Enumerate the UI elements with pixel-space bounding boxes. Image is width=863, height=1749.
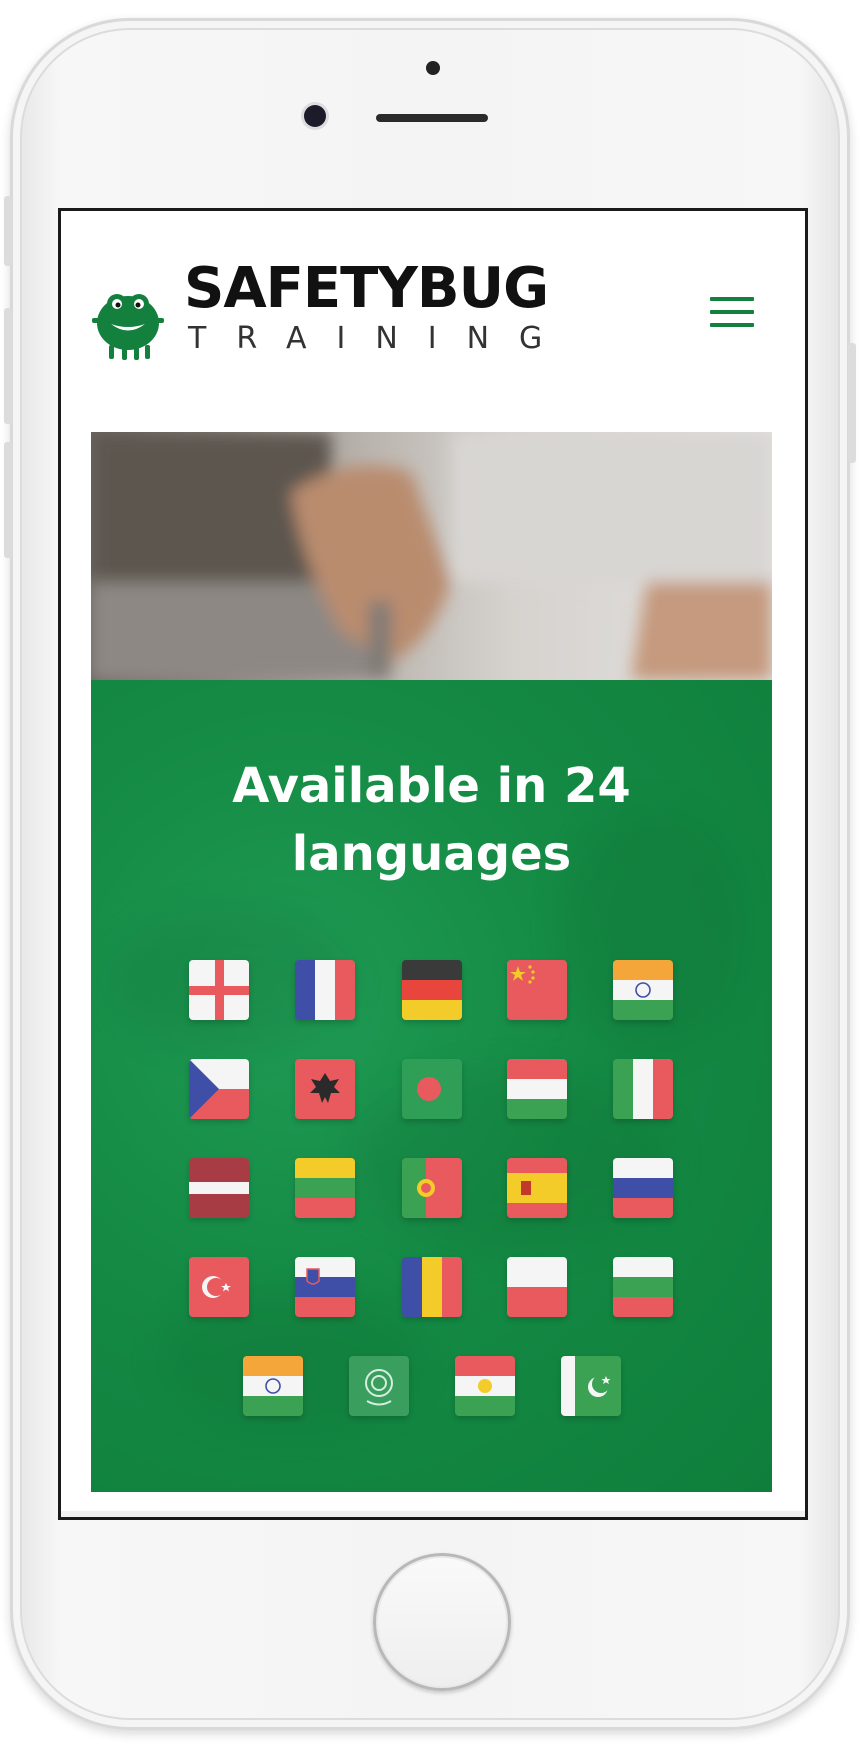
mute-switch [4, 196, 12, 266]
india-flag[interactable] [243, 1356, 303, 1416]
romania-flag[interactable] [402, 1257, 462, 1317]
albania-flag[interactable] [295, 1059, 355, 1119]
volume-down-button [4, 442, 12, 558]
england-flag[interactable] [189, 960, 249, 1020]
lithuania-flag[interactable] [295, 1158, 355, 1218]
power-button [848, 343, 856, 463]
hungary-flag[interactable] [507, 1059, 567, 1119]
bulgaria-flag[interactable] [613, 1257, 673, 1317]
brand-tagline: TRAINING [188, 321, 573, 356]
turkey-flag[interactable] [189, 1257, 249, 1317]
earpiece-speaker [376, 114, 488, 122]
front-camera [304, 105, 326, 127]
hamburger-menu-icon[interactable] [710, 297, 756, 331]
france-flag[interactable] [295, 960, 355, 1020]
slovenia-flag[interactable] [295, 1257, 355, 1317]
pakistan-flag[interactable] [561, 1356, 621, 1416]
bug-mascot-icon[interactable] [91, 283, 165, 361]
kurdistan-flag[interactable] [455, 1356, 515, 1416]
india-flag[interactable] [613, 960, 673, 1020]
china-flag[interactable] [507, 960, 567, 1020]
italy-flag[interactable] [613, 1059, 673, 1119]
russia-flag[interactable] [613, 1158, 673, 1218]
languages-panel: Available in 24 languages [91, 680, 772, 1492]
spain-flag[interactable] [507, 1158, 567, 1218]
latvia-flag[interactable] [189, 1158, 249, 1218]
hero-section: Available in 24 languages [91, 432, 772, 1492]
bangladesh-flag[interactable] [402, 1059, 462, 1119]
next-section-edge [61, 1511, 805, 1517]
hero-photo [91, 432, 772, 680]
site-header: SAFETYBUG TRAINING [61, 211, 805, 387]
czech-republic-flag[interactable] [189, 1059, 249, 1119]
proximity-sensor [426, 61, 440, 75]
poland-flag[interactable] [507, 1257, 567, 1317]
phone-screen: SAFETYBUG TRAINING Available in 24 langu… [58, 208, 808, 1520]
volume-up-button [4, 308, 12, 424]
portugal-flag[interactable] [402, 1158, 462, 1218]
germany-flag[interactable] [402, 960, 462, 1020]
arab-league-flag[interactable] [349, 1356, 409, 1416]
languages-headline: Available in 24 languages [232, 758, 631, 882]
home-button[interactable] [373, 1553, 511, 1691]
brand-name[interactable]: SAFETYBUG [184, 261, 549, 317]
